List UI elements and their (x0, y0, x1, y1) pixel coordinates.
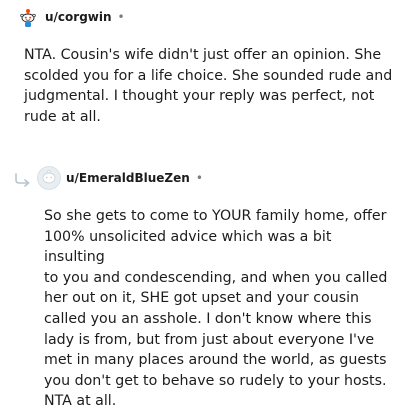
comment-line: her out on it, SHE got upset and your co… (44, 290, 360, 307)
comment-line: 100% unsolicited advice which was a bit … (44, 228, 332, 266)
comment-line: So she gets to come to YOUR family home,… (44, 208, 387, 224)
comment-line: scolded you for a life choice. She sound… (24, 67, 393, 84)
comment-header: u/EmeraldBlueZen • (37, 166, 203, 190)
comment-line: judgmental. I thought your reply was per… (24, 88, 375, 105)
default-avatar-icon[interactable] (37, 166, 61, 190)
snoo-avatar-icon[interactable] (16, 5, 40, 29)
comment-line: called you an asshole. I don't know wher… (44, 310, 372, 327)
comment-author[interactable]: u/corgwin (45, 10, 112, 24)
separator-dot: • (195, 171, 203, 185)
comment-line: NTA at all. (44, 393, 117, 410)
reply-arrow-icon (14, 172, 32, 187)
separator-dot: • (117, 10, 125, 24)
comment-line: rude at all. (24, 108, 101, 125)
comment-line: to you and condescending, and when you c… (44, 269, 388, 286)
comment-line: met in many places around the world, as … (44, 352, 387, 369)
comment-body: NTA. Cousin's wife didn't just offer an … (24, 45, 394, 127)
comment-line: you don't get to behave so rudely to you… (44, 372, 387, 389)
comment-line: lady is from, but from just about everyo… (44, 331, 375, 348)
comment-author[interactable]: u/EmeraldBlueZen (66, 171, 190, 185)
comment-body: So she gets to come to YOUR family home,… (44, 206, 394, 412)
comment-header: u/corgwin • (16, 5, 125, 29)
comment-line: NTA. Cousin's wife didn't just offer an … (24, 47, 382, 63)
